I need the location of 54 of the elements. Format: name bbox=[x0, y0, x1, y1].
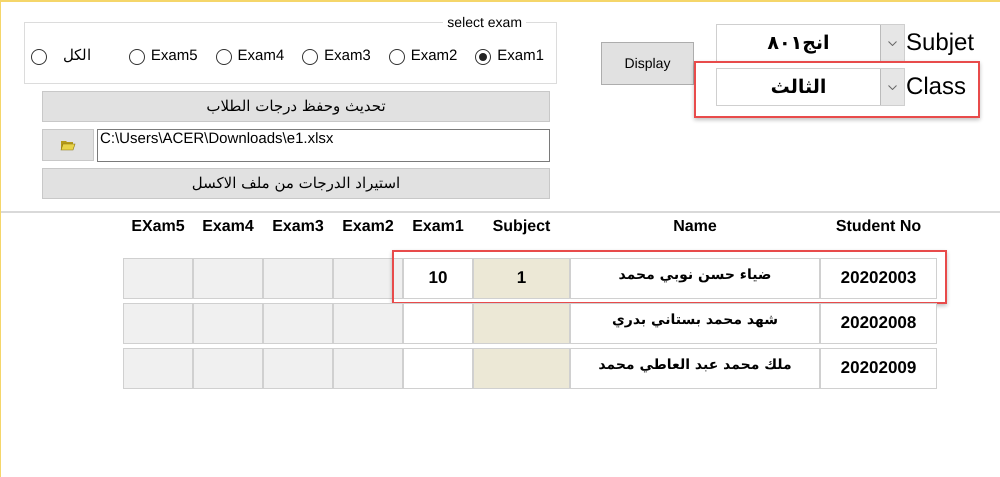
browse-button[interactable] bbox=[42, 129, 94, 161]
radio-icon[interactable] bbox=[302, 48, 318, 64]
display-button[interactable]: Display bbox=[601, 42, 694, 85]
table-cell: ملك محمد عبد العاطي محمد bbox=[570, 348, 820, 389]
table-cell[interactable] bbox=[333, 258, 403, 299]
column-header: Name bbox=[672, 217, 718, 237]
import-button[interactable]: استيراد الدرجات من ملف الاكسل bbox=[42, 168, 550, 199]
table-cell: ضياء حسن نوبي محمد bbox=[570, 258, 820, 299]
table-cell: 20202003 bbox=[820, 258, 937, 299]
column-header: EXam5 bbox=[130, 217, 186, 237]
table-cell[interactable] bbox=[333, 348, 403, 389]
table-cell[interactable] bbox=[403, 303, 473, 344]
chevron-down-icon bbox=[888, 84, 897, 90]
radio-option[interactable]: Exam3 bbox=[302, 45, 371, 68]
table-cell[interactable] bbox=[263, 303, 333, 344]
column-header: Subject bbox=[492, 217, 552, 237]
table-cell[interactable] bbox=[123, 303, 193, 344]
column-header: Student No bbox=[834, 217, 922, 237]
column-header: Exam1 bbox=[411, 217, 465, 237]
column-header: Exam2 bbox=[341, 217, 395, 237]
radio-option[interactable]: Exam2 bbox=[388, 45, 458, 68]
table-cell[interactable] bbox=[123, 348, 193, 389]
field-label: Class bbox=[906, 72, 966, 102]
radio-option[interactable]: Exam5 bbox=[128, 45, 198, 68]
column-header: Exam3 bbox=[271, 217, 325, 237]
table-cell[interactable] bbox=[263, 348, 333, 389]
radio-icon[interactable] bbox=[388, 48, 405, 64]
table-cell[interactable] bbox=[193, 303, 263, 344]
radio-option[interactable]: الكل bbox=[31, 45, 111, 68]
table-cell[interactable] bbox=[333, 303, 403, 344]
table-cell[interactable] bbox=[263, 258, 333, 299]
table-cell[interactable] bbox=[193, 348, 263, 389]
table-cell[interactable] bbox=[403, 348, 473, 389]
table-cell[interactable] bbox=[123, 258, 193, 299]
table-cell[interactable]: 10 bbox=[403, 258, 473, 299]
radio-option[interactable]: Exam4 bbox=[216, 45, 284, 68]
radio-icon[interactable] bbox=[216, 48, 232, 64]
dropdown[interactable]: الثالث bbox=[716, 68, 905, 106]
radio-icon[interactable] bbox=[31, 48, 47, 64]
table-cell: 1 bbox=[473, 258, 570, 299]
radio-icon[interactable] bbox=[128, 48, 145, 64]
folder-icon bbox=[60, 139, 76, 151]
chevron-down-icon bbox=[888, 40, 897, 46]
table-cell: شهد محمد بستاني بدري bbox=[570, 303, 820, 344]
update-button[interactable]: تحديث وحفظ درجات الطلاب bbox=[42, 91, 550, 122]
table-cell: 20202008 bbox=[820, 303, 937, 344]
column-header: Exam4 bbox=[201, 217, 255, 237]
file-path-field[interactable]: C:\Users\ACER\Downloads\e1.xlsx bbox=[97, 129, 550, 162]
table-cell[interactable] bbox=[193, 258, 263, 299]
table-cell: 20202009 bbox=[820, 348, 937, 389]
field-label: Subjet bbox=[906, 28, 974, 58]
radio-option[interactable]: Exam1 bbox=[475, 45, 544, 68]
dropdown[interactable]: انج٨٠١ bbox=[716, 24, 905, 62]
radio-icon[interactable] bbox=[475, 48, 492, 64]
